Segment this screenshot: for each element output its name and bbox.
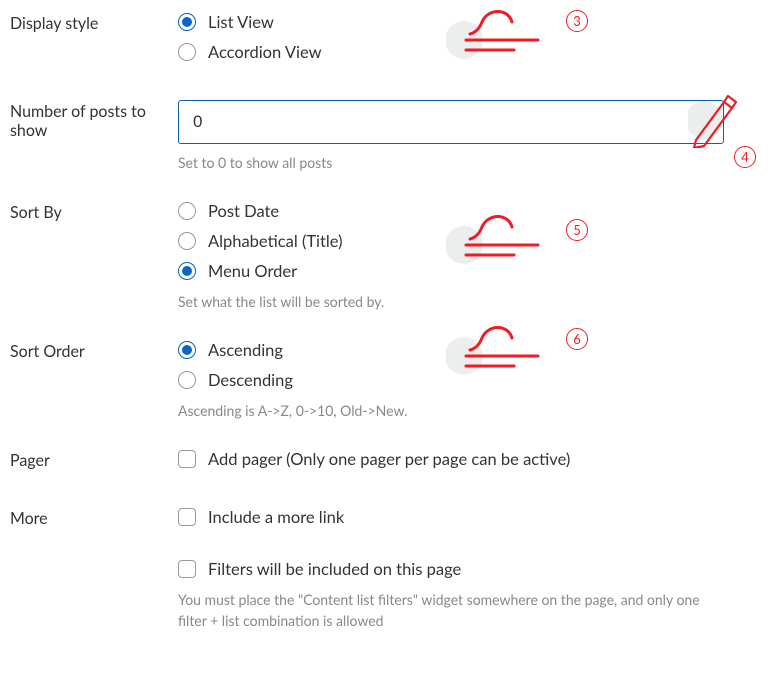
help-filters: You must place the "Content list filters… — [178, 589, 718, 631]
row-sort-order: Sort Order Ascending Descending Ascendin… — [10, 340, 771, 421]
checkbox-icon — [178, 450, 196, 468]
label-empty — [10, 559, 178, 561]
radio-accordion-view[interactable]: Accordion View — [178, 42, 771, 62]
row-display-style: Display style List View Accordion View 3 — [10, 12, 771, 72]
controls-sort-by: Post Date Alphabetical (Title) Menu Orde… — [178, 201, 771, 312]
label-display-style: Display style — [10, 12, 178, 33]
label-more: More — [10, 507, 178, 528]
label-num-posts: Number of posts to show — [10, 100, 178, 140]
checkbox-icon — [178, 560, 196, 578]
checkbox-add-pager[interactable]: Add pager (Only one pager per page can b… — [178, 449, 771, 469]
controls-filters: Filters will be included on this page Yo… — [178, 559, 771, 631]
radio-label: List View — [208, 12, 274, 32]
row-sort-by: Sort By Post Date Alphabetical (Title) M… — [10, 201, 771, 312]
row-more: More Include a more link — [10, 507, 771, 537]
radio-icon — [178, 13, 196, 31]
label-pager: Pager — [10, 449, 178, 470]
radio-label: Accordion View — [208, 42, 322, 62]
radio-label: Post Date — [208, 201, 279, 221]
label-sort-by: Sort By — [10, 201, 178, 222]
radio-label: Menu Order — [208, 261, 297, 281]
checkbox-label: Filters will be included on this page — [208, 559, 461, 579]
radio-label: Descending — [208, 370, 293, 390]
row-pager: Pager Add pager (Only one pager per page… — [10, 449, 771, 479]
help-num-posts: Set to 0 to show all posts — [178, 152, 771, 173]
help-sort-order: Ascending is A->Z, 0->10, Old->New. — [178, 400, 771, 421]
radio-icon — [178, 262, 196, 280]
row-filters: Filters will be included on this page Yo… — [10, 559, 771, 631]
row-num-posts: Number of posts to show Set to 0 to show… — [10, 100, 771, 173]
num-posts-input[interactable] — [178, 100, 724, 144]
label-sort-order: Sort Order — [10, 340, 178, 361]
checkbox-label: Add pager (Only one pager per page can b… — [208, 449, 570, 469]
checkbox-filters[interactable]: Filters will be included on this page — [178, 559, 771, 579]
radio-icon — [178, 371, 196, 389]
controls-num-posts: Set to 0 to show all posts 4 — [178, 100, 771, 173]
checkbox-icon — [178, 508, 196, 526]
radio-icon — [178, 232, 196, 250]
radio-alphabetical[interactable]: Alphabetical (Title) — [178, 231, 771, 251]
radio-icon — [178, 341, 196, 359]
checkbox-label: Include a more link — [208, 507, 344, 527]
settings-form: Display style List View Accordion View 3… — [0, 0, 781, 679]
radio-post-date[interactable]: Post Date — [178, 201, 771, 221]
radio-list-view[interactable]: List View — [178, 12, 771, 32]
controls-display-style: List View Accordion View 3 — [178, 12, 771, 72]
help-sort-by: Set what the list will be sorted by. — [178, 291, 771, 312]
radio-icon — [178, 202, 196, 220]
controls-more: Include a more link — [178, 507, 771, 537]
checkbox-more-link[interactable]: Include a more link — [178, 507, 771, 527]
radio-label: Ascending — [208, 340, 283, 360]
controls-sort-order: Ascending Descending Ascending is A->Z, … — [178, 340, 771, 421]
controls-pager: Add pager (Only one pager per page can b… — [178, 449, 771, 479]
radio-ascending[interactable]: Ascending — [178, 340, 771, 360]
radio-label: Alphabetical (Title) — [208, 231, 343, 251]
radio-icon — [178, 43, 196, 61]
radio-descending[interactable]: Descending — [178, 370, 771, 390]
radio-menu-order[interactable]: Menu Order — [178, 261, 771, 281]
